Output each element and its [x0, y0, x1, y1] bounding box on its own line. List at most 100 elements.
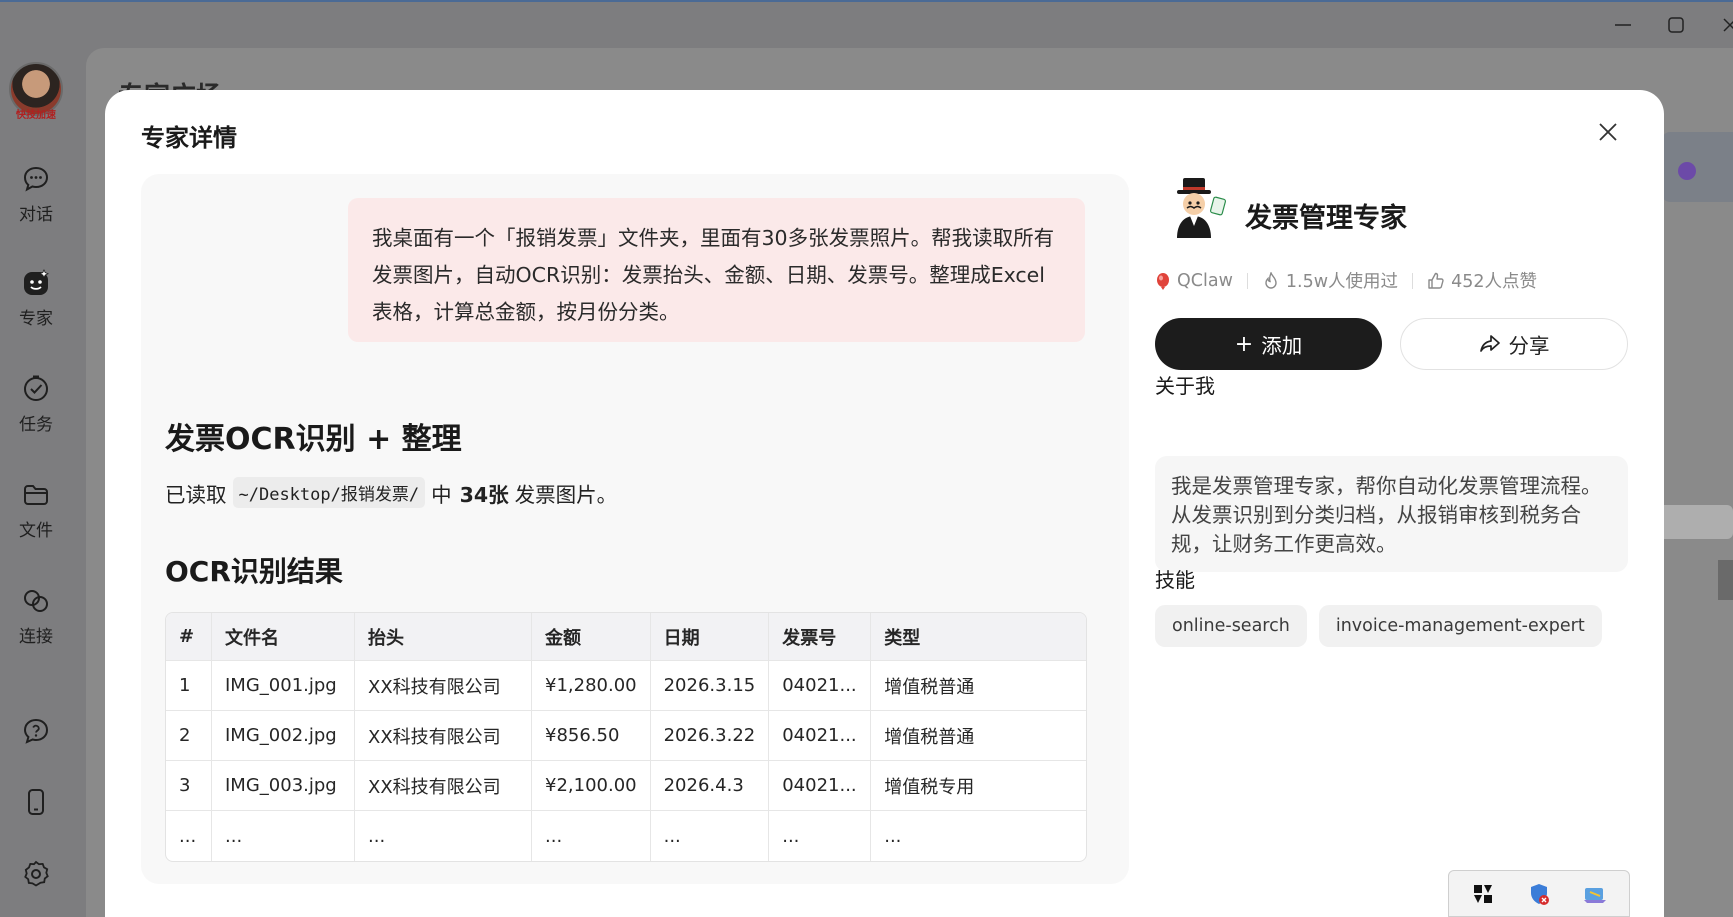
table-cell: 1 [166, 661, 212, 711]
background-banner [1662, 132, 1733, 202]
share-button[interactable]: 分享 [1400, 318, 1628, 370]
about-section-label: 关于我 [1155, 374, 1215, 398]
table-row: 2 IMG_002.jpg XX科技有限公司 ¥856.50 2026.3.22… [166, 711, 1086, 761]
table-cell: 04021... [769, 661, 872, 711]
folder-path-code: ~/Desktop/报销发票/ [232, 477, 426, 508]
sidebar: 快技加速 对话 专家 任务 文件 连接 [0, 2, 72, 917]
table-cell: 2 [166, 711, 212, 761]
share-icon [1479, 335, 1500, 352]
sidebar-item-expert[interactable]: 专家 [8, 268, 64, 329]
add-expert-button[interactable]: + 添加 [1155, 318, 1382, 370]
window-close-button[interactable] [1710, 10, 1733, 40]
dialog-close-button[interactable] [1590, 114, 1626, 150]
help-button[interactable] [21, 716, 51, 746]
sidebar-item-label: 文件 [19, 521, 53, 541]
invoice-count: 34张 [459, 482, 509, 507]
maximize-button[interactable] [1656, 10, 1696, 40]
table-cell: ... [651, 811, 770, 861]
table-header-cell: # [166, 613, 212, 661]
table-row: ... ... ... ... ... ... ... [166, 811, 1086, 861]
magician-mascot-icon [1177, 178, 1227, 238]
dialog-title: 专家详情 [141, 124, 237, 152]
skills-list: online-search invoice-management-expert [1155, 605, 1602, 647]
table-cell: ... [166, 811, 212, 861]
ocr-results-heading: OCR识别结果 [165, 555, 343, 588]
sidebar-item-label: 专家 [19, 309, 53, 329]
table-cell: ... [769, 811, 872, 861]
sidebar-item-tasks[interactable]: 任务 [8, 374, 64, 435]
skill-tag[interactable]: invoice-management-expert [1318, 605, 1602, 647]
minimize-icon [1615, 24, 1631, 26]
stats-divider [1412, 272, 1414, 289]
security-shield-icon [1531, 883, 1549, 905]
summary-suffix: 发票图片。 [514, 482, 618, 507]
user-prompt-bubble: 我桌面有一个「报销发票」文件夹，里面有30多张发票照片。帮我读取所有发票图片，自… [348, 198, 1085, 342]
minimize-button[interactable] [1603, 10, 1643, 40]
table-header-row: # 文件名 抬头 金额 日期 发票号 类型 [166, 613, 1086, 661]
table-cell: ¥1,280.00 [532, 661, 651, 711]
sidebar-item-label: 对话 [19, 205, 53, 225]
table-cell: ¥856.50 [532, 711, 651, 761]
table-cell: ... [355, 811, 532, 861]
help-icon [23, 718, 49, 744]
sidebar-item-label: 连接 [19, 627, 53, 647]
add-button-label: 添加 [1261, 334, 1303, 358]
table-cell: XX科技有限公司 [355, 761, 532, 811]
table-cell: 2026.3.15 [650, 661, 770, 711]
skills-section-label: 技能 [1155, 568, 1195, 592]
table-cell: ... [532, 811, 651, 861]
table-header-cell: 抬头 [355, 613, 532, 661]
table-cell: IMG_001.jpg [212, 661, 355, 711]
table-row: 3 IMG_003.jpg XX科技有限公司 ¥2,100.00 2026.4.… [166, 761, 1086, 811]
tray-item-app-grid[interactable] [1470, 881, 1496, 907]
about-description: 我是发票管理专家，帮你自动化发票管理流程。从发票识别到分类归档，从报销审核到税务… [1155, 456, 1628, 572]
expert-name: 发票管理专家 [1245, 203, 1407, 234]
tray-item-network[interactable] [1582, 881, 1608, 907]
maximize-icon [1668, 17, 1684, 33]
table-cell: XX科技有限公司 [355, 661, 532, 711]
result-summary: 已读取 ~/Desktop/报销发票/ 中 34张 发票图片。 [165, 477, 617, 508]
table-cell: ... [884, 825, 902, 847]
chat-bubble-icon [23, 166, 49, 192]
table-row: 1 IMG_001.jpg XX科技有限公司 ¥1,280.00 2026.3.… [166, 661, 1086, 711]
summary-mid: 中 [431, 482, 452, 507]
mobile-button[interactable] [21, 787, 51, 817]
skill-tag[interactable]: online-search [1155, 605, 1307, 647]
share-button-label: 分享 [1508, 334, 1550, 358]
table-cell: 2026.3.22 [650, 711, 770, 761]
avatar-tag: 快技加速 [16, 110, 56, 121]
table-cell: 2026.4.3 [650, 761, 770, 811]
table-cell: XX科技有限公司 [355, 711, 532, 761]
qclaw-logo-icon [1155, 272, 1171, 290]
settings-icon [24, 860, 49, 887]
fire-icon [1262, 271, 1280, 290]
sidebar-item-label: 任务 [19, 415, 53, 435]
table-cell: IMG_003.jpg [212, 761, 355, 811]
settings-button[interactable] [21, 859, 51, 889]
system-tray-popup [1448, 870, 1630, 917]
expert-usage: 1.5w人使用过 [1285, 272, 1399, 292]
plus-icon: + [1234, 331, 1254, 357]
check-circle-icon [24, 375, 48, 401]
sidebar-item-chat[interactable]: 对话 [8, 164, 64, 225]
table-cell: 增值税普通 [871, 661, 1086, 711]
close-icon [1599, 123, 1617, 141]
table-cell: IMG_002.jpg [212, 711, 355, 761]
table-header-cell: 发票号 [769, 613, 872, 661]
table-header-cell: 类型 [871, 613, 1086, 661]
network-icon [1584, 887, 1606, 903]
table-cell: 增值税普通 [871, 711, 1086, 761]
folder-icon [24, 485, 48, 505]
example-preview-panel: 我桌面有一个「报销发票」文件夹，里面有30多张发票照片。帮我读取所有发票图片，自… [141, 174, 1129, 884]
sidebar-item-files[interactable]: 文件 [8, 480, 64, 541]
thumbs-up-icon [1427, 272, 1445, 290]
tray-item-security[interactable] [1526, 881, 1552, 907]
phone-icon [28, 789, 44, 815]
sidebar-item-connect[interactable]: 连接 [8, 586, 64, 647]
table-header-cell: 日期 [650, 613, 770, 661]
stats-divider [1246, 272, 1248, 289]
expert-detail-dialog: 专家详情 我桌面有一个「报销发票」文件夹，里面有30多张发票照片。帮我读取所有发… [105, 90, 1664, 917]
table-cell: 3 [166, 761, 212, 811]
table-cell: 04021... [769, 711, 872, 761]
expert-icon [24, 269, 50, 295]
